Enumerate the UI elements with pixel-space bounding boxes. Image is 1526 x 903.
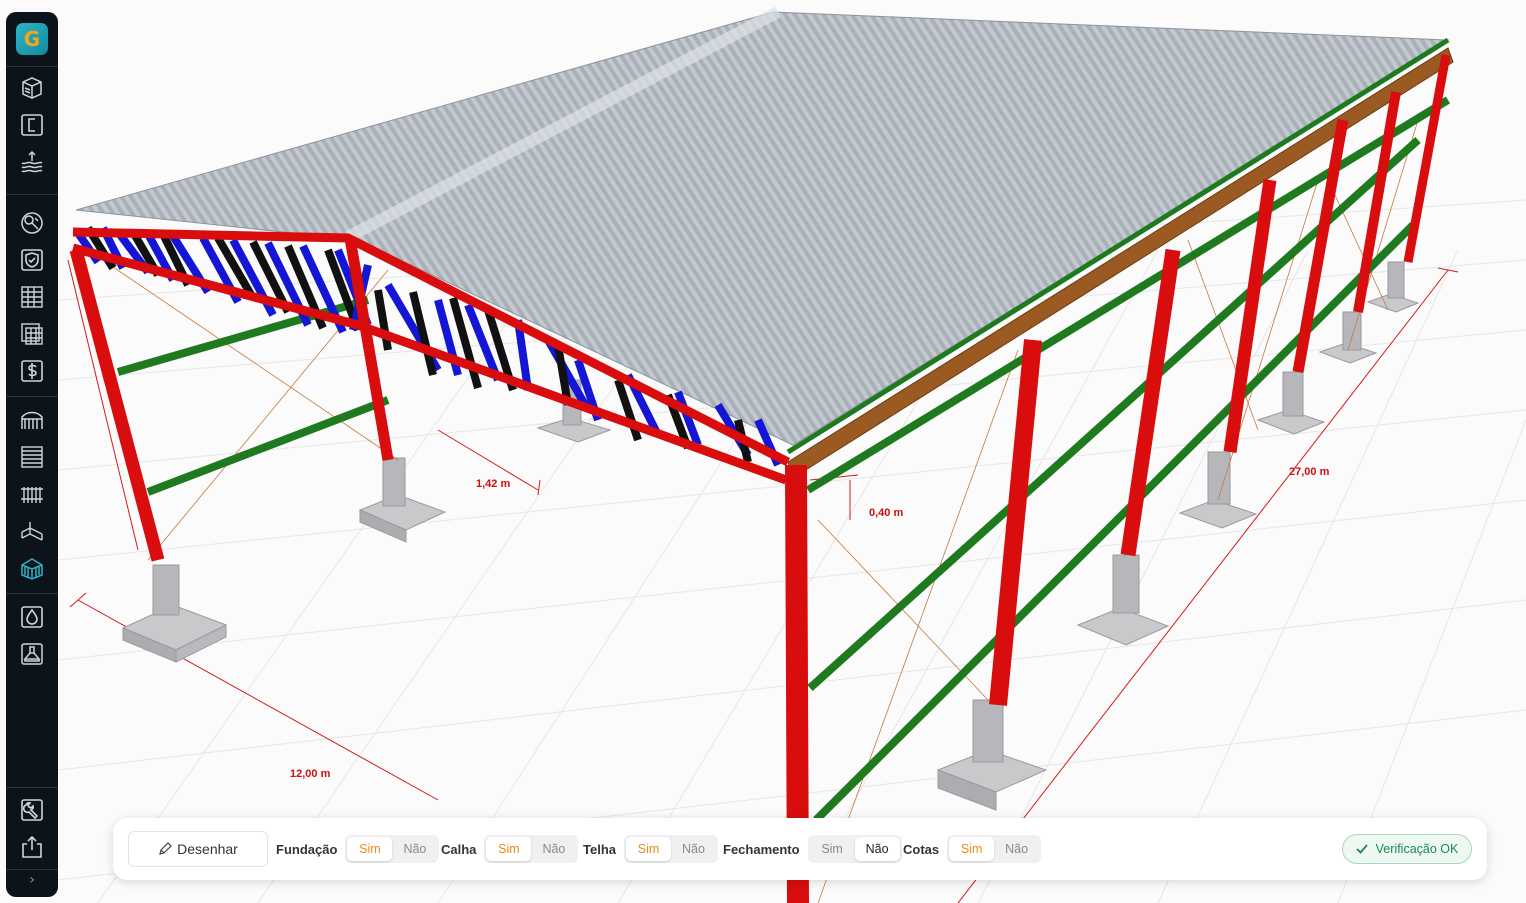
draw-button-label: Desenhar (177, 841, 238, 857)
toggle-label-fechamento: Fechamento (723, 841, 800, 857)
segmented-control-telha: Sim Não (624, 835, 718, 863)
sidebar: G › (6, 12, 58, 897)
sidebar-divider (6, 396, 58, 397)
cotas-no-option[interactable]: Não (994, 837, 1039, 861)
toggle-group-telha: Telha Sim Não (583, 834, 718, 864)
segmented-control-calha: Sim Não (484, 835, 579, 863)
fechamento-yes-option[interactable]: Sim (810, 837, 855, 861)
app-window: G › 12,00 m 27,00 m 1,42 m 0,40 m Desenh… (0, 0, 1526, 903)
sidebar-divider (6, 66, 58, 67)
3d-viewport[interactable]: 12,00 m 27,00 m 1,42 m 0,40 m (58, 0, 1526, 903)
sidebar-expand-button[interactable]: › (6, 872, 58, 892)
toggle-group-fechamento: Fechamento Sim Não (723, 834, 902, 864)
dollar-icon[interactable] (18, 357, 46, 385)
tables-icon[interactable] (18, 320, 46, 348)
app-logo[interactable]: G (16, 23, 48, 55)
profile-c-icon[interactable] (18, 111, 46, 139)
segmented-control-fundacao: Sim Não (345, 835, 440, 863)
analysis-icon[interactable] (18, 209, 46, 237)
structure-render (58, 6, 1526, 903)
export-icon[interactable] (18, 833, 46, 861)
dimension-truss-height-label: 1,42 m (476, 478, 511, 490)
telha-no-option[interactable]: Não (671, 837, 716, 861)
sidebar-divider (6, 194, 58, 195)
toggle-label-calha: Calha (441, 841, 477, 857)
fechamento-no-option[interactable]: Não (854, 837, 900, 861)
profiles-icon[interactable] (18, 517, 46, 545)
table-icon[interactable] (18, 283, 46, 311)
check-icon (1356, 844, 1368, 854)
sidebar-divider (6, 787, 58, 788)
dimension-width-label: 12,00 m (290, 768, 331, 780)
building-3d-icon[interactable] (18, 554, 46, 582)
sidebar-divider (6, 869, 58, 870)
toggle-group-fundacao: Fundação Sim Não (276, 834, 440, 864)
wind-load-icon[interactable] (18, 148, 46, 176)
toggle-label-cotas: Cotas (903, 841, 940, 857)
verification-status-label: Verificação OK (1375, 842, 1459, 856)
wrench-icon[interactable] (18, 796, 46, 824)
shield-check-icon[interactable] (18, 246, 46, 274)
box-3d-icon[interactable] (18, 74, 46, 102)
telha-yes-option[interactable]: Sim (626, 837, 671, 861)
dimension-length-label: 27,00 m (1289, 466, 1330, 478)
segmented-control-cotas: Sim Não (947, 835, 1042, 863)
toggle-label-fundacao: Fundação (276, 841, 338, 857)
toggle-group-calha: Calha Sim Não (441, 834, 579, 864)
wall-panel-icon[interactable] (18, 443, 46, 471)
logo-letter: G (23, 27, 41, 51)
cotas-yes-option[interactable]: Sim (949, 837, 995, 861)
calha-yes-option[interactable]: Sim (486, 837, 532, 861)
options-toolbar: Desenhar Fundação Sim Não Calha Sim Não … (113, 818, 1487, 880)
fundacao-no-option[interactable]: Não (392, 837, 437, 861)
segmented-control-fechamento: Sim Não (807, 835, 902, 863)
fundacao-yes-option[interactable]: Sim (347, 837, 393, 861)
roof-arch-icon[interactable] (18, 406, 46, 434)
pencil-icon (159, 842, 172, 855)
verification-status-button[interactable]: Verificação OK (1342, 834, 1472, 864)
draw-button[interactable]: Desenhar (128, 831, 268, 867)
fence-icon[interactable] (18, 480, 46, 508)
drop-icon[interactable] (18, 603, 46, 631)
sidebar-divider (6, 593, 58, 594)
foundation-icon[interactable] (18, 640, 46, 668)
dimension-eave-offset-label: 0,40 m (869, 507, 904, 519)
toggle-group-cotas: Cotas Sim Não (903, 834, 1042, 864)
calha-no-option[interactable]: Não (531, 837, 576, 861)
toggle-label-telha: Telha (583, 841, 616, 857)
